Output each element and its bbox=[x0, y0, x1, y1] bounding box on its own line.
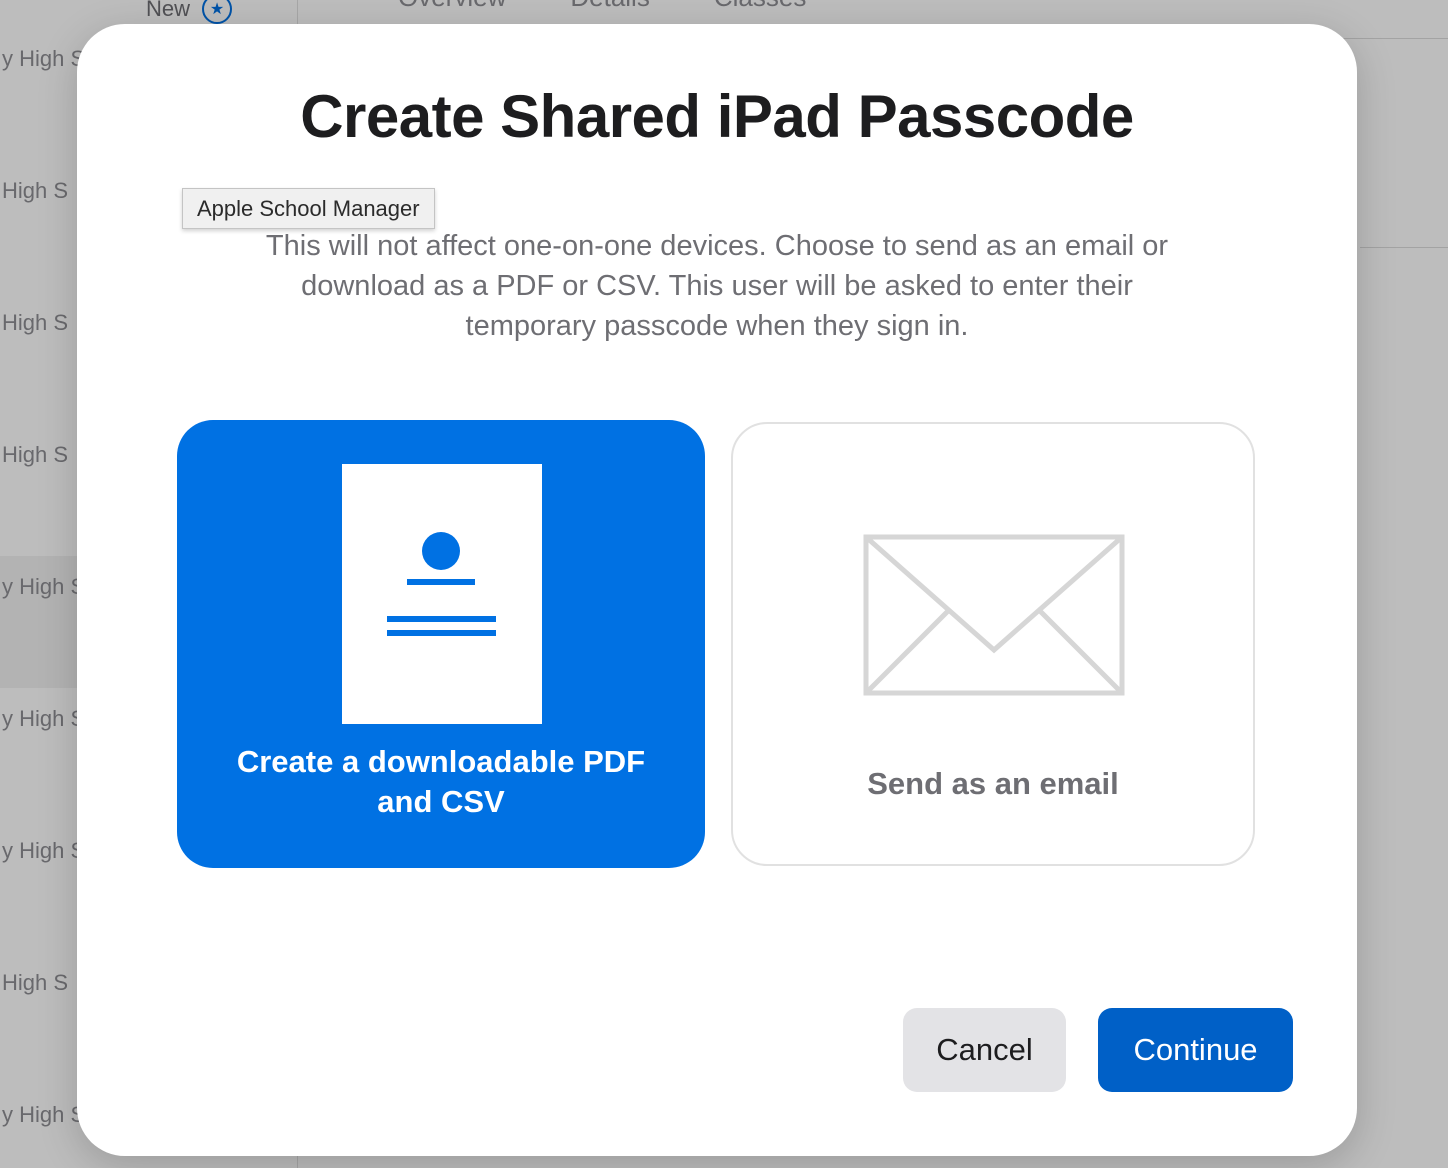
continue-button[interactable]: Continue bbox=[1098, 1008, 1293, 1092]
cancel-button[interactable]: Cancel bbox=[903, 1008, 1066, 1092]
option-send-email[interactable]: Send as an email bbox=[731, 422, 1255, 866]
option-label: Send as an email bbox=[867, 766, 1119, 801]
option-downloadable-pdf-csv[interactable]: Create a downloadable PDF and CSV bbox=[177, 420, 705, 868]
envelope-icon bbox=[863, 534, 1125, 696]
dialog-title: Create Shared iPad Passcode bbox=[300, 83, 1134, 150]
dialog-description: This will not affect one-on-one devices.… bbox=[265, 230, 1169, 342]
document-icon bbox=[342, 464, 542, 724]
option-label: Create a downloadable PDF and CSV bbox=[236, 744, 646, 819]
tooltip: Apple School Manager bbox=[182, 188, 435, 229]
